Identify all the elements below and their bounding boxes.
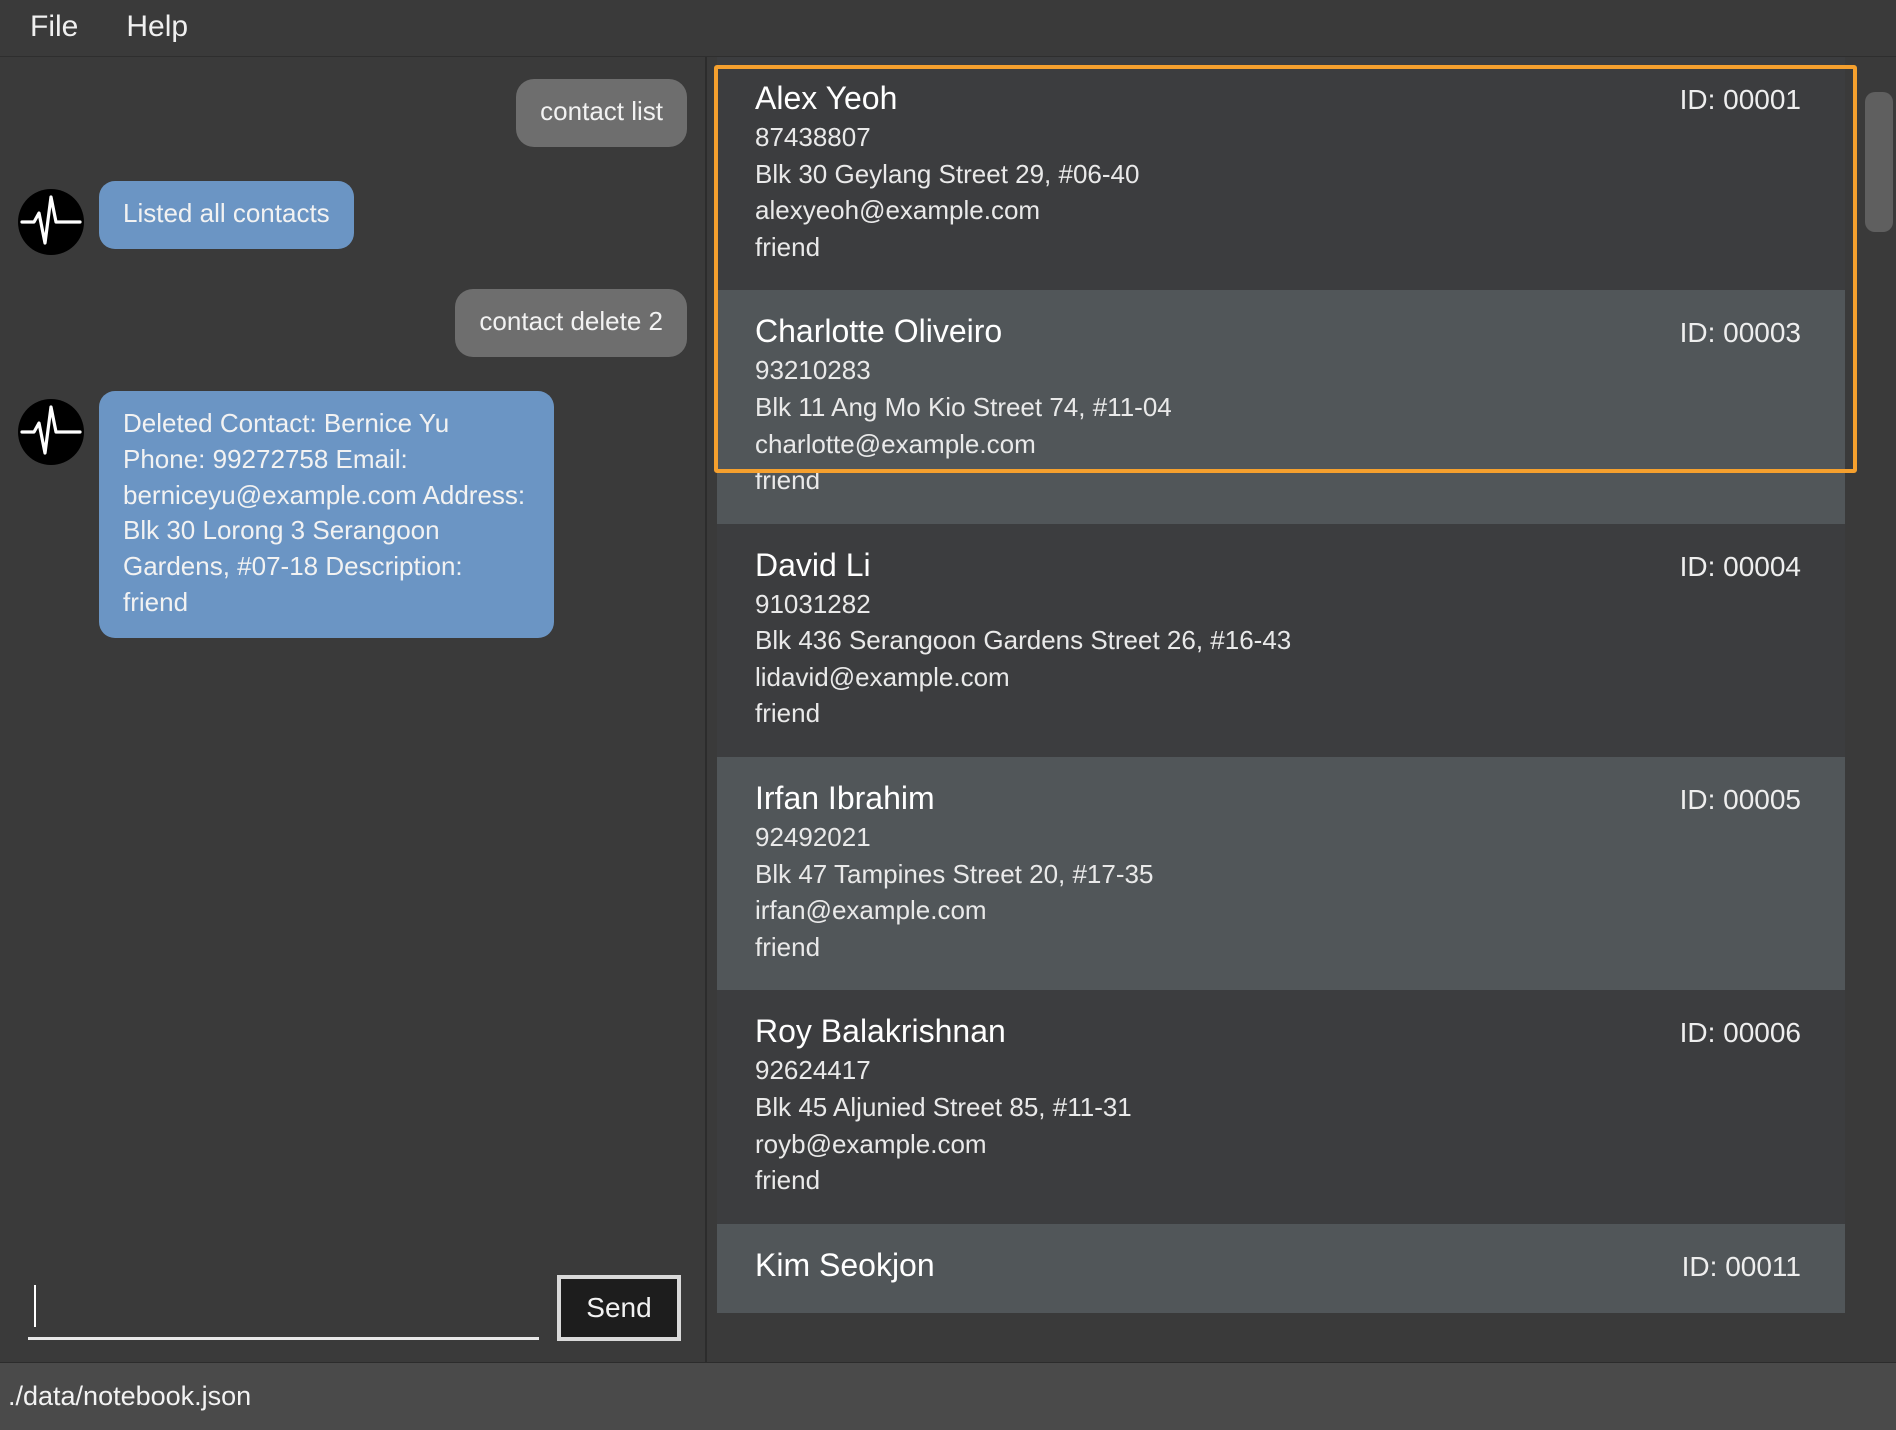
- contact-card[interactable]: David Li ID: 00004 91031282 Blk 436 Sera…: [717, 523, 1845, 758]
- chat-message-row: contact delete 2: [18, 288, 687, 357]
- contact-address: Blk 436 Serangoon Gardens Street 26, #16…: [755, 625, 1292, 656]
- contact-id: ID: 00001: [1679, 84, 1801, 115]
- contact-list-scrollbar[interactable]: [1862, 57, 1896, 1362]
- contact-card[interactable]: Roy Balakrishnan ID: 00006 92624417 Blk …: [717, 990, 1845, 1224]
- contact-name: Alex Yeoh: [755, 80, 898, 116]
- contact-tag: friend: [755, 931, 821, 962]
- contact-card-header: Irfan Ibrahim ID: 00005: [755, 779, 1807, 818]
- pulse-avatar-icon: [18, 398, 84, 465]
- menu-item-file[interactable]: File: [26, 8, 96, 48]
- status-bar: ./data/notebook.json: [0, 1362, 1896, 1430]
- chat-input[interactable]: [28, 1292, 539, 1321]
- contact-tag: friend: [755, 231, 821, 262]
- contact-card-header: David Li ID: 00004: [755, 546, 1807, 585]
- contact-id: ID: 00005: [1679, 784, 1801, 816]
- contact-card[interactable]: Irfan Ibrahim ID: 00005 92492021 Blk 47 …: [717, 757, 1845, 991]
- contact-id: ID: 00011: [1681, 1250, 1801, 1282]
- contact-tag: friend: [755, 698, 821, 729]
- contact-id: ID: 00003: [1679, 317, 1801, 349]
- contact-id: ID: 00004: [1679, 550, 1801, 582]
- contact-tag: friend: [755, 1165, 821, 1196]
- contact-name: Roy Balakrishnan: [755, 1013, 1006, 1050]
- contact-email: royb@example.com: [755, 1128, 987, 1159]
- contact-list-pane: Alex Yeoh ID: 00001 87438807 Blk 30 Geyl…: [707, 57, 1896, 1362]
- user-message-bubble: contact list: [516, 79, 687, 147]
- bot-message-bubble: Deleted Contact: Bernice Yu Phone: 99272…: [99, 390, 554, 638]
- contact-card-header: Charlotte Oliveiro ID: 00003: [755, 312, 1807, 351]
- contact-name: Kim Seokjon: [755, 1246, 935, 1283]
- bot-message-bubble: Listed all contacts: [99, 180, 354, 249]
- contact-address: Blk 47 Tampines Street 20, #17-35: [755, 858, 1154, 889]
- contact-card-header: Kim Seokjon ID: 00011: [755, 1246, 1807, 1285]
- contact-id: ID: 00006: [1679, 1017, 1801, 1049]
- contact-email: alexyeoh@example.com: [755, 195, 1041, 226]
- chat-message-row: Listed all contacts: [18, 180, 687, 255]
- chat-message-row: contact list: [18, 79, 687, 147]
- status-bar-file-path: ./data/notebook.json: [8, 1381, 252, 1411]
- contact-card[interactable]: Kim Seokjon ID: 00011: [717, 1223, 1845, 1313]
- contact-card[interactable]: Alex Yeoh ID: 00001 87438807 Blk 30 Geyl…: [717, 57, 1845, 291]
- contact-address: Blk 11 Ang Mo Kio Street 74, #11-04: [755, 391, 1172, 422]
- chat-message-row: Deleted Contact: Bernice Yu Phone: 99272…: [18, 390, 687, 638]
- contact-name: David Li: [755, 546, 871, 583]
- menu-item-help[interactable]: Help: [122, 8, 206, 48]
- contact-list-scroll[interactable]: Alex Yeoh ID: 00001 87438807 Blk 30 Geyl…: [717, 57, 1896, 1362]
- send-button[interactable]: Send: [557, 1275, 681, 1341]
- contact-email: lidavid@example.com: [755, 661, 1010, 692]
- contact-card[interactable]: Charlotte Oliveiro ID: 00003 93210283 Bl…: [717, 290, 1845, 524]
- application-window: File Help contact list Listed all contac…: [0, 0, 1896, 1430]
- contact-phone: 87438807: [755, 122, 871, 153]
- chat-pane: contact list Listed all contacts contact…: [0, 57, 707, 1362]
- contact-name: Charlotte Oliveiro: [755, 313, 1003, 350]
- contact-phone: 92624417: [755, 1055, 871, 1086]
- contact-email: charlotte@example.com: [755, 428, 1036, 459]
- contact-phone: 93210283: [755, 355, 871, 386]
- contact-address: Blk 45 Aljunied Street 85, #11-31: [755, 1091, 1132, 1122]
- contact-list-scrollbar-thumb[interactable]: [1865, 92, 1893, 232]
- chat-input-bar: Send: [0, 1254, 705, 1362]
- main-split: contact list Listed all contacts contact…: [0, 57, 1896, 1362]
- contact-name: Irfan Ibrahim: [755, 780, 935, 817]
- pulse-avatar-icon: [18, 188, 84, 255]
- text-caret: [34, 1285, 36, 1327]
- contact-phone: 91031282: [755, 588, 871, 619]
- contact-card-header: Alex Yeoh ID: 00001: [755, 79, 1807, 118]
- chat-message-list[interactable]: contact list Listed all contacts contact…: [0, 57, 705, 1254]
- chat-input-wrapper[interactable]: [28, 1276, 539, 1340]
- contact-tag: friend: [755, 465, 821, 496]
- user-message-bubble: contact delete 2: [455, 288, 687, 357]
- contact-email: irfan@example.com: [755, 895, 987, 926]
- contact-card-header: Roy Balakrishnan ID: 00006: [755, 1012, 1807, 1051]
- menu-bar: File Help: [0, 0, 1896, 57]
- contact-phone: 92492021: [755, 822, 871, 853]
- contact-address: Blk 30 Geylang Street 29, #06-40: [755, 158, 1140, 189]
